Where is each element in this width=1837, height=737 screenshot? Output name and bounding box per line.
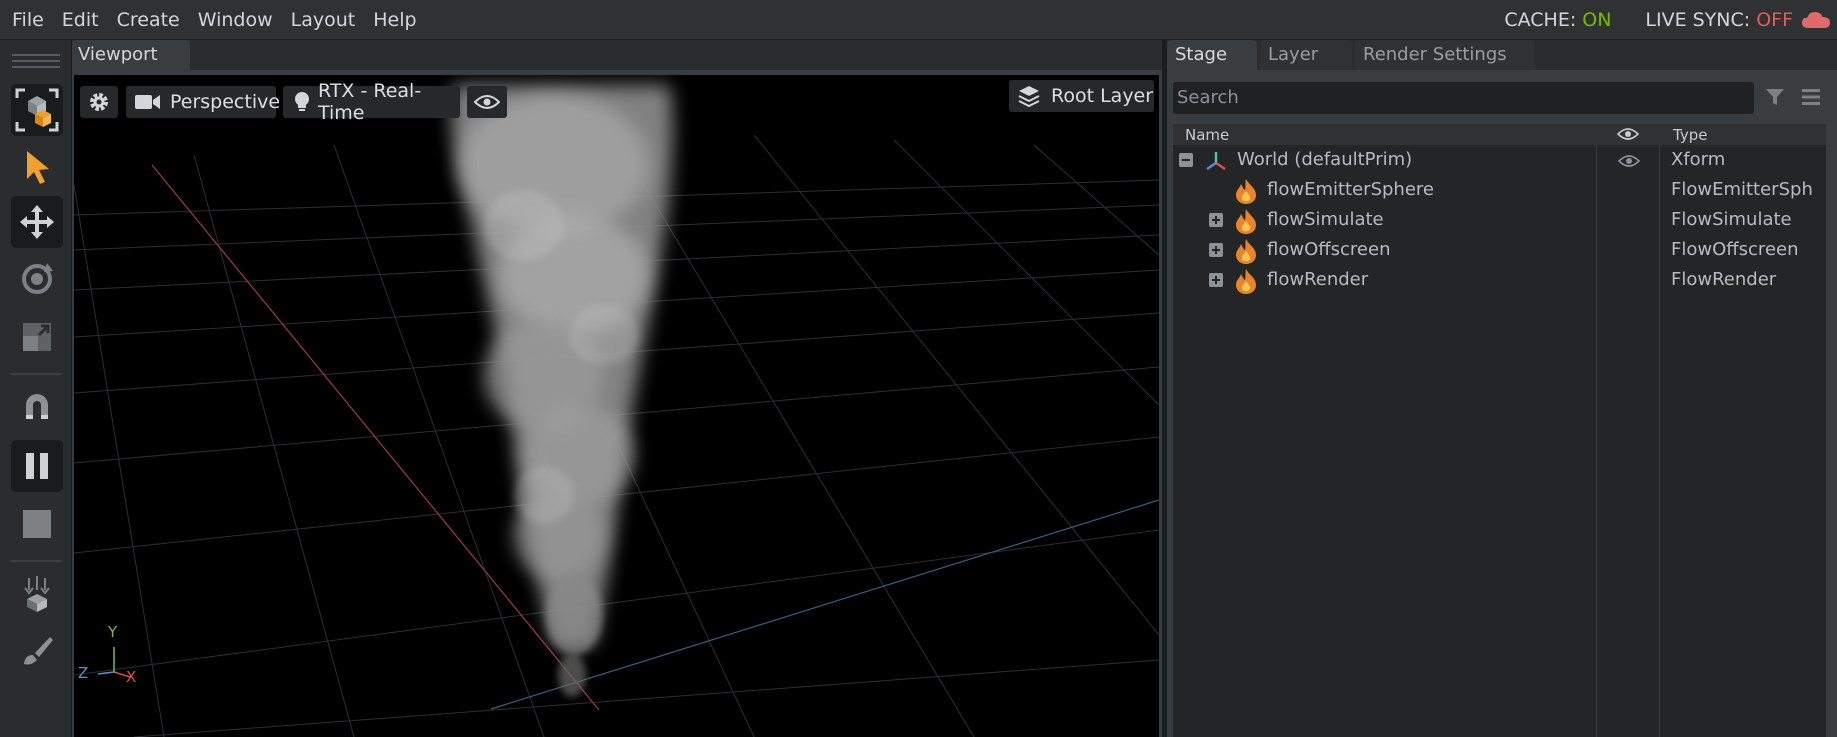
menu-file[interactable]: File <box>5 0 51 40</box>
layer-label: Root Layer <box>1051 85 1154 107</box>
gizmo-z-label: Z <box>78 664 89 682</box>
tree-header: Name Type <box>1173 124 1826 145</box>
menu-icon[interactable] <box>1801 88 1821 106</box>
column-name-header[interactable]: Name <box>1185 126 1229 144</box>
layers-icon <box>1018 86 1040 108</box>
tab-render-settings[interactable]: Render Settings <box>1355 40 1535 70</box>
search-input[interactable]: Search <box>1173 82 1754 114</box>
tree-row-type: FlowOffscreen <box>1671 239 1799 260</box>
camera-label: Perspective <box>170 91 281 113</box>
cache-label: CACHE: <box>1504 9 1577 31</box>
tree-row-flow-emitter-sphere[interactable]: flowEmitterSphere FlowEmitterSph <box>1173 175 1826 205</box>
column-type-header[interactable]: Type <box>1673 126 1707 144</box>
viewport-tab-bar: Viewport <box>72 40 1162 70</box>
live-sync-value[interactable]: OFF <box>1756 9 1793 31</box>
tree-row-world[interactable]: World (defaultPrim) Xform <box>1173 145 1826 175</box>
menu-window[interactable]: Window <box>191 0 280 40</box>
stage-tree: World (defaultPrim) Xform flowEmitterSph… <box>1173 145 1826 737</box>
viewport-settings-button[interactable] <box>80 86 118 118</box>
menu-create[interactable]: Create <box>110 0 187 40</box>
gear-icon <box>90 93 108 111</box>
renderer-label: RTX - Real-Time <box>318 80 422 124</box>
cloud-icon[interactable] <box>1801 10 1831 30</box>
camera-dropdown[interactable]: Perspective <box>126 86 280 118</box>
tab-stage[interactable]: Stage <box>1167 40 1257 70</box>
tree-row-type: FlowSimulate <box>1671 209 1792 230</box>
lightbulb-icon <box>295 92 309 111</box>
tree-row-type: FlowEmitterSph <box>1671 179 1813 200</box>
collapse-icon[interactable] <box>1179 153 1193 167</box>
pause-icon[interactable] <box>11 440 63 492</box>
column-divider[interactable] <box>1596 145 1597 737</box>
tree-row-type: Xform <box>1671 149 1726 170</box>
eye-icon <box>474 95 500 109</box>
select-arrow-icon[interactable] <box>11 141 63 193</box>
menu-help[interactable]: Help <box>366 0 423 40</box>
tree-row-flow-render[interactable]: flowRender FlowRender <box>1173 265 1826 295</box>
smoke-plume <box>451 85 673 697</box>
camera-icon <box>135 95 160 109</box>
visibility-toggle[interactable] <box>467 86 507 118</box>
rotate-icon[interactable] <box>11 253 63 305</box>
stage-tab-bar: Stage Layer Render Settings <box>1167 40 1837 70</box>
move-icon[interactable] <box>11 196 63 248</box>
visibility-column-eye-icon[interactable] <box>1617 127 1639 141</box>
select-mode-icon[interactable] <box>11 84 63 136</box>
flame-icon <box>1236 209 1256 234</box>
snap-magnet-icon[interactable] <box>11 381 63 433</box>
viewport-canvas[interactable]: Y Z X <box>74 75 1159 737</box>
cache-value[interactable]: ON <box>1582 9 1611 31</box>
live-sync-label: LIVE SYNC: <box>1645 9 1751 31</box>
expand-icon[interactable] <box>1209 243 1223 257</box>
menu-bar: File Edit Create Window Layout Help CACH… <box>0 0 1837 40</box>
gizmo-x-label: X <box>126 668 137 686</box>
tool-bar <box>0 40 72 737</box>
renderer-dropdown[interactable]: RTX - Real-Time <box>283 80 460 124</box>
paint-brush-icon[interactable] <box>11 625 63 677</box>
tree-row-name: flowRender <box>1267 269 1369 290</box>
tree-row-name: flowOffscreen <box>1267 239 1391 260</box>
status-area: CACHE: ON LIVE SYNC: OFF <box>1504 0 1837 40</box>
flame-icon <box>1236 239 1256 264</box>
drop-to-ground-icon[interactable] <box>11 568 63 620</box>
expand-icon[interactable] <box>1209 273 1223 287</box>
tree-row-name: flowSimulate <box>1267 209 1384 230</box>
viewport-scene <box>74 85 1159 737</box>
menu-edit[interactable]: Edit <box>55 0 106 40</box>
flame-icon <box>1236 269 1256 294</box>
gizmo-y-label: Y <box>108 623 118 641</box>
tab-layer[interactable]: Layer <box>1260 40 1352 70</box>
tree-row-flow-offscreen[interactable]: flowOffscreen FlowOffscreen <box>1173 235 1826 265</box>
tree-row-name: flowEmitterSphere <box>1267 179 1434 200</box>
filter-icon[interactable] <box>1764 86 1786 108</box>
scale-icon[interactable] <box>11 311 63 363</box>
tree-row-flow-simulate[interactable]: flowSimulate FlowSimulate <box>1173 205 1826 235</box>
tree-row-type: FlowRender <box>1671 269 1777 290</box>
tab-viewport[interactable]: Viewport <box>72 40 190 70</box>
layer-dropdown[interactable]: Root Layer <box>1009 80 1154 112</box>
flame-icon <box>1236 179 1256 204</box>
xform-axes-icon <box>1206 152 1226 170</box>
tree-row-name: World (defaultPrim) <box>1237 149 1413 170</box>
row-visibility-eye-icon[interactable] <box>1618 154 1640 168</box>
toolbar-grip[interactable] <box>12 54 60 56</box>
stop-icon[interactable] <box>11 498 63 550</box>
expand-icon[interactable] <box>1209 213 1223 227</box>
menu-layout[interactable]: Layout <box>284 0 363 40</box>
column-divider[interactable] <box>1659 145 1660 737</box>
